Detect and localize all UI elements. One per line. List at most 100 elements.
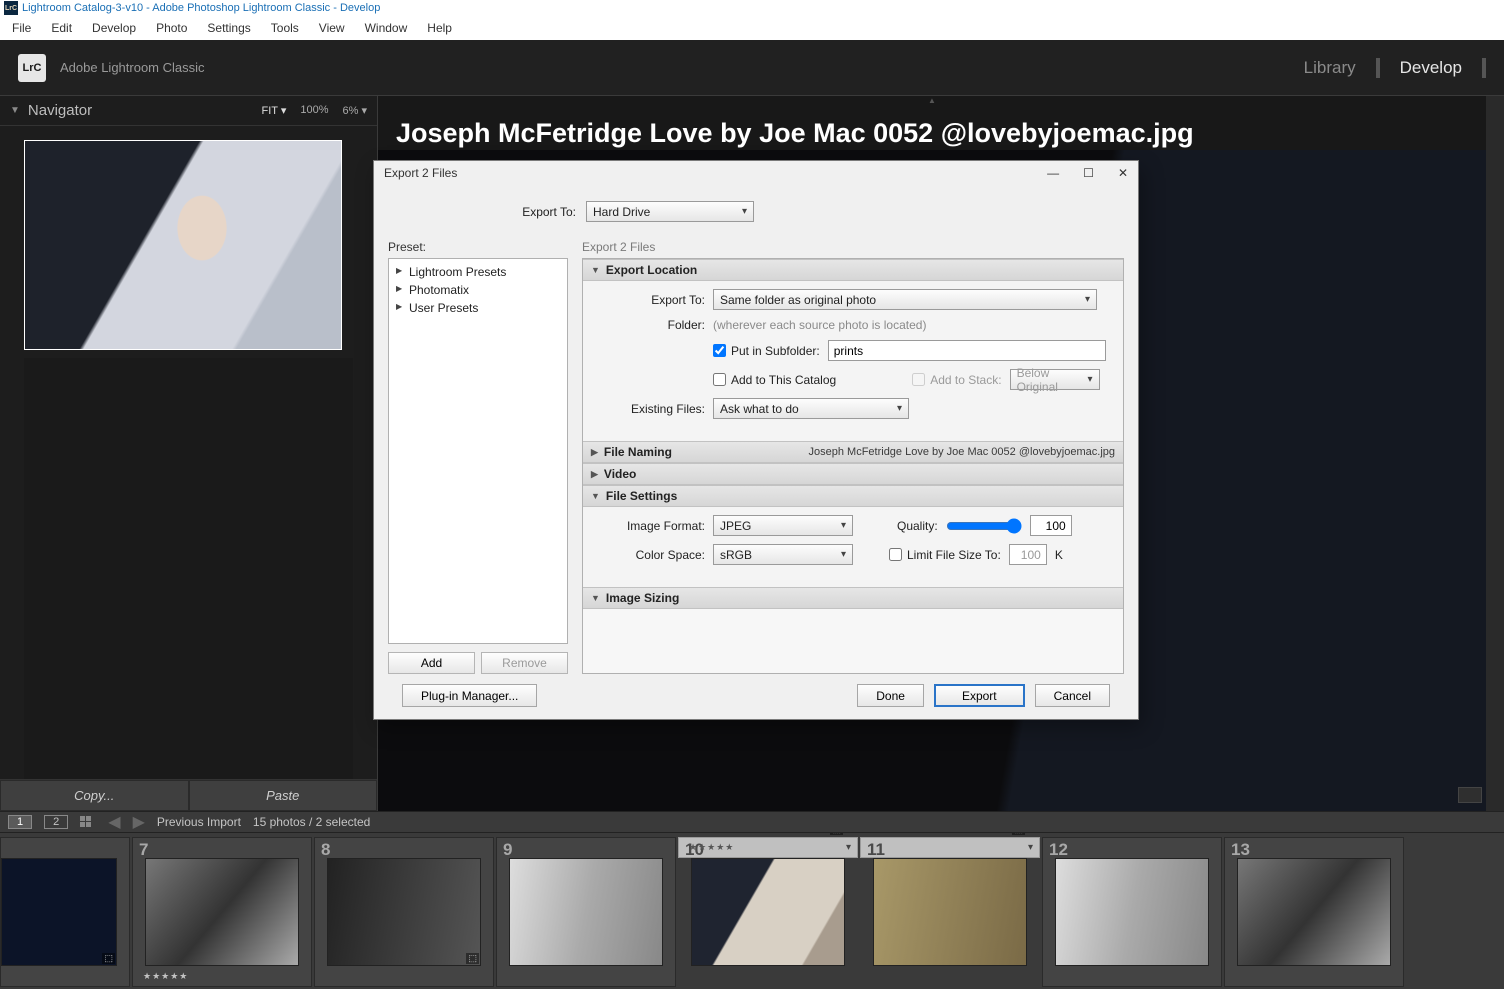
zoom-fit[interactable]: FIT ▾ <box>262 104 287 117</box>
quality-input[interactable] <box>1030 515 1072 536</box>
folder-hint: (wherever each source photo is located) <box>713 318 926 332</box>
preset-item[interactable]: User Presets <box>391 299 565 317</box>
thumbnail-image <box>145 858 299 966</box>
colorspace-select[interactable]: sRGB <box>713 544 853 565</box>
right-panel-collapsed[interactable] <box>1486 96 1504 811</box>
menu-edit[interactable]: Edit <box>43 19 80 37</box>
preset-list[interactable]: Lightroom Presets Photomatix User Preset… <box>388 258 568 644</box>
thumbnail[interactable]: 13 <box>1224 837 1404 987</box>
sort-dropdown[interactable] <box>1458 787 1482 803</box>
navigator-preview[interactable] <box>24 140 342 350</box>
preset-add-button[interactable]: Add <box>388 652 475 674</box>
filmstrip[interactable]: ⬚ 7★★★★★ 8⬚ 9 10★★★★★⬚ 11⬚ 12 13 <box>0 833 1504 989</box>
thumbnail[interactable]: ⬚ <box>0 837 130 987</box>
format-select[interactable]: JPEG <box>713 515 853 536</box>
section-image-sizing[interactable]: ▼Image Sizing <box>583 587 1123 609</box>
zoom-6[interactable]: 6% ▾ <box>343 104 367 117</box>
maximize-icon[interactable]: ☐ <box>1083 166 1094 180</box>
limit-unit: K <box>1055 548 1063 562</box>
section-video[interactable]: ▶Video <box>583 463 1123 485</box>
chevron-right-icon: ▶ <box>591 447 598 458</box>
brand-name: Adobe Lightroom Classic <box>60 60 205 75</box>
grid-view-icon[interactable] <box>80 816 96 828</box>
navigator-empty <box>24 358 353 779</box>
navigator-title: Navigator <box>28 102 92 119</box>
done-button[interactable]: Done <box>857 684 924 707</box>
module-library[interactable]: Library <box>1302 54 1358 82</box>
nav-forward-icon[interactable]: ▶ <box>133 812 145 832</box>
primary-display-button[interactable]: 1 <box>8 815 32 829</box>
thumb-badge-icon: ⬚ <box>1012 833 1025 835</box>
copy-button[interactable]: Copy... <box>0 780 189 811</box>
quality-slider[interactable] <box>946 518 1022 534</box>
source-label[interactable]: Previous Import <box>157 815 241 829</box>
close-icon[interactable]: ✕ <box>1118 166 1128 180</box>
limit-filesize-checkbox[interactable]: Limit File Size To: <box>889 548 1001 562</box>
zoom-100[interactable]: 100% <box>300 104 328 117</box>
module-separator-end <box>1482 58 1486 78</box>
add-catalog-checkbox[interactable]: Add to This Catalog <box>713 373 836 387</box>
thumbnail[interactable]: 8⬚ <box>314 837 494 987</box>
colorspace-label: Color Space: <box>595 548 705 562</box>
stack-position-select: Below Original <box>1010 369 1100 390</box>
preset-remove-button: Remove <box>481 652 568 674</box>
paste-button[interactable]: Paste <box>189 780 378 811</box>
document-title: Joseph McFetridge Love by Joe Mac 0052 @… <box>396 118 1194 149</box>
rating-stars: ★★★★★ <box>689 842 734 853</box>
menu-view[interactable]: View <box>311 19 353 37</box>
minimize-icon[interactable]: — <box>1047 166 1059 180</box>
nav-back-icon[interactable]: ◀ <box>108 812 120 832</box>
thumb-index: 12 <box>1049 840 1068 860</box>
subfolder-input[interactable] <box>828 340 1106 361</box>
panel-expand-icon[interactable]: ▲ <box>912 96 952 106</box>
thumbnail-selected[interactable]: 10★★★★★⬚ <box>678 837 858 858</box>
file-naming-hint: Joseph McFetridge Love by Joe Mac 0052 @… <box>809 446 1116 458</box>
thumbnail-image <box>1237 858 1391 966</box>
menu-tools[interactable]: Tools <box>263 19 307 37</box>
photo-count: 15 photos / 2 selected <box>253 815 370 829</box>
module-develop[interactable]: Develop <box>1398 54 1464 82</box>
thumbnail[interactable]: 12 <box>1042 837 1222 987</box>
plugin-manager-button[interactable]: Plug-in Manager... <box>402 684 537 707</box>
menu-window[interactable]: Window <box>357 19 416 37</box>
app-icon: LrC <box>4 1 18 15</box>
secondary-display-button[interactable]: 2 <box>44 815 68 829</box>
quality-label: Quality: <box>897 519 938 533</box>
thumbnail-image <box>327 858 481 966</box>
menu-file[interactable]: File <box>4 19 39 37</box>
loc-export-to-label: Export To: <box>595 293 705 307</box>
existing-files-select[interactable]: Ask what to do <box>713 398 909 419</box>
navigator-collapse-icon[interactable]: ▼ <box>10 105 20 116</box>
section-export-location[interactable]: ▼Export Location <box>583 259 1123 281</box>
preset-item[interactable]: Photomatix <box>391 281 565 299</box>
thumb-index: 9 <box>503 840 512 860</box>
cancel-button[interactable]: Cancel <box>1035 684 1110 707</box>
section-file-settings[interactable]: ▼File Settings <box>583 485 1123 507</box>
chevron-down-icon: ▼ <box>591 265 600 275</box>
subfolder-checkbox[interactable]: Put in Subfolder: <box>713 344 820 358</box>
export-button[interactable]: Export <box>934 684 1025 707</box>
window-title: Lightroom Catalog-3-v10 - Adobe Photosho… <box>22 2 380 14</box>
menu-develop[interactable]: Develop <box>84 19 144 37</box>
export-to-select[interactable]: Hard Drive <box>586 201 754 222</box>
menu-photo[interactable]: Photo <box>148 19 195 37</box>
preset-item[interactable]: Lightroom Presets <box>391 263 565 281</box>
thumb-badge-icon: ⬚ <box>102 953 115 964</box>
thumb-index: 8 <box>321 840 330 860</box>
thumbnail-image <box>873 858 1027 966</box>
right-label: Export 2 Files <box>582 240 1124 254</box>
section-file-naming[interactable]: ▶File NamingJoseph McFetridge Love by Jo… <box>583 441 1123 463</box>
thumbnail-selected[interactable]: 11⬚ <box>860 837 1040 858</box>
export-dialog: Export 2 Files — ☐ ✕ Export To: Hard Dri… <box>373 160 1139 720</box>
loc-export-to-select[interactable]: Same folder as original photo <box>713 289 1097 310</box>
menu-settings[interactable]: Settings <box>199 19 258 37</box>
thumbnail[interactable]: 7★★★★★ <box>132 837 312 987</box>
brand-logo: LrC <box>18 54 46 82</box>
thumb-index: 7 <box>139 840 148 860</box>
thumbnail[interactable]: 9 <box>496 837 676 987</box>
format-label: Image Format: <box>595 519 705 533</box>
thumb-index: 13 <box>1231 840 1250 860</box>
thumb-index: 11 <box>867 840 885 860</box>
menu-help[interactable]: Help <box>419 19 460 37</box>
limit-filesize-input[interactable] <box>1009 544 1047 565</box>
